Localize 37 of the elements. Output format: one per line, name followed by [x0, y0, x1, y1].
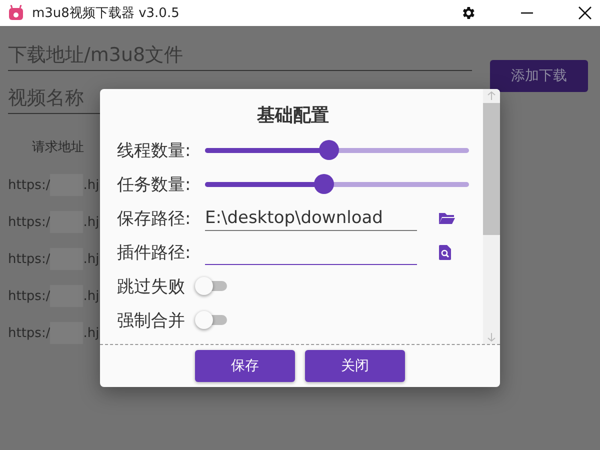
- setting-label: 跳过失败: [117, 276, 185, 298]
- dialog-title: 基础配置: [256, 104, 330, 127]
- setting-label: 任务数量:: [117, 174, 192, 196]
- column-header: 请求地址: [32, 139, 84, 156]
- add-download-button[interactable]: 添加下载: [490, 60, 588, 92]
- save-button[interactable]: 保存: [195, 350, 295, 382]
- folder-icon[interactable]: [439, 212, 455, 224]
- table-cell: https:/: [8, 252, 50, 266]
- file-search-icon[interactable]: [439, 244, 451, 260]
- table-cell: https:/: [8, 214, 50, 230]
- setting-label: 线程数量:: [117, 140, 192, 162]
- slider[interactable]: [205, 140, 469, 160]
- table-cell: .hj: [83, 326, 100, 340]
- app-icon: [8, 5, 24, 21]
- close-icon[interactable]: [578, 6, 592, 20]
- name-field[interactable]: 视频名称: [8, 83, 238, 114]
- table-cell: .hj: [83, 288, 100, 304]
- slider[interactable]: [205, 174, 469, 194]
- slider-thumb[interactable]: [319, 140, 340, 160]
- table-cell: .hj: [83, 214, 100, 230]
- scrollbar-thumb[interactable]: [483, 103, 500, 235]
- table-cell: https:/: [8, 326, 50, 340]
- setting-label: 强制合并: [117, 310, 185, 332]
- url-field[interactable]: 下载地址/m3u8文件: [8, 40, 472, 71]
- table-cell: https:/: [8, 178, 50, 192]
- close-button[interactable]: 关闭: [305, 350, 405, 382]
- table-cell: .hj: [83, 252, 100, 266]
- setting-label: 保存路径:: [117, 208, 192, 230]
- settings-icon[interactable]: [460, 5, 476, 21]
- toggle-switch[interactable]: [195, 310, 227, 330]
- setting-label: 插件路径:: [117, 242, 192, 264]
- window-title: m3u8视频下载器 v3.0.5: [32, 5, 180, 22]
- path-field[interactable]: E:\desktop\download: [205, 206, 417, 230]
- slider-thumb[interactable]: [314, 174, 334, 194]
- table-cell: https:/: [8, 288, 50, 304]
- table-cell: .hj: [83, 178, 100, 192]
- toggle-switch[interactable]: [195, 276, 227, 296]
